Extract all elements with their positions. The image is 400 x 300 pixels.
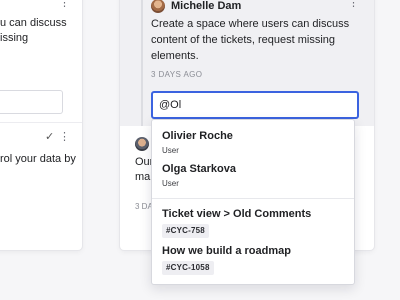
reply-thread: Michelle Dam ⋮ Create a space where user… [120, 0, 374, 126]
comment-text: rol your data by [0, 153, 76, 165]
more-options-icon[interactable]: ⋮ [59, 132, 70, 143]
user-role: User [162, 146, 179, 155]
left-comment-card: ⋮ u can discuss issing ✓ ⋮ rol your data… [0, 0, 82, 250]
avatar [151, 0, 165, 13]
comment-text: u can discuss issing [0, 17, 67, 44]
mention-option-user[interactable]: Olivier Roche User [152, 128, 354, 162]
check-icon[interactable]: ✓ [45, 130, 54, 143]
ticket-id-badge: #CYC-758 [162, 224, 209, 238]
user-role: User [162, 179, 179, 188]
mention-option-ticket[interactable]: How we build a roadmap #CYC-1058 [152, 245, 354, 281]
thread-rail [141, 0, 143, 126]
ticket-id-badge: #CYC-1058 [162, 261, 214, 275]
divider [0, 122, 82, 123]
mention-option-user[interactable]: Olga Starkova User [152, 161, 354, 195]
mention-option-ticket[interactable]: Ticket view > Old Comments #CYC-758 [152, 208, 354, 244]
comment-body: Create a space where users can discuss c… [151, 18, 350, 62]
divider [152, 198, 354, 199]
user-name: Olivier Roche [162, 130, 233, 142]
more-options-icon[interactable]: ⋮ [59, 0, 70, 9]
ticket-title: Ticket view > Old Comments [162, 208, 312, 220]
more-options-icon[interactable]: ⋮ [348, 0, 359, 9]
reply-input[interactable] [0, 90, 63, 114]
comment-timestamp: 3 DAYS AGO [151, 70, 203, 79]
mention-input[interactable] [151, 91, 359, 119]
mention-dropdown: Olivier Roche User Olga Starkova User Ti… [151, 119, 355, 285]
comment-author: Michelle Dam [171, 0, 242, 12]
avatar [135, 137, 149, 151]
ticket-title: How we build a roadmap [162, 245, 291, 257]
user-name: Olga Starkova [162, 163, 236, 175]
